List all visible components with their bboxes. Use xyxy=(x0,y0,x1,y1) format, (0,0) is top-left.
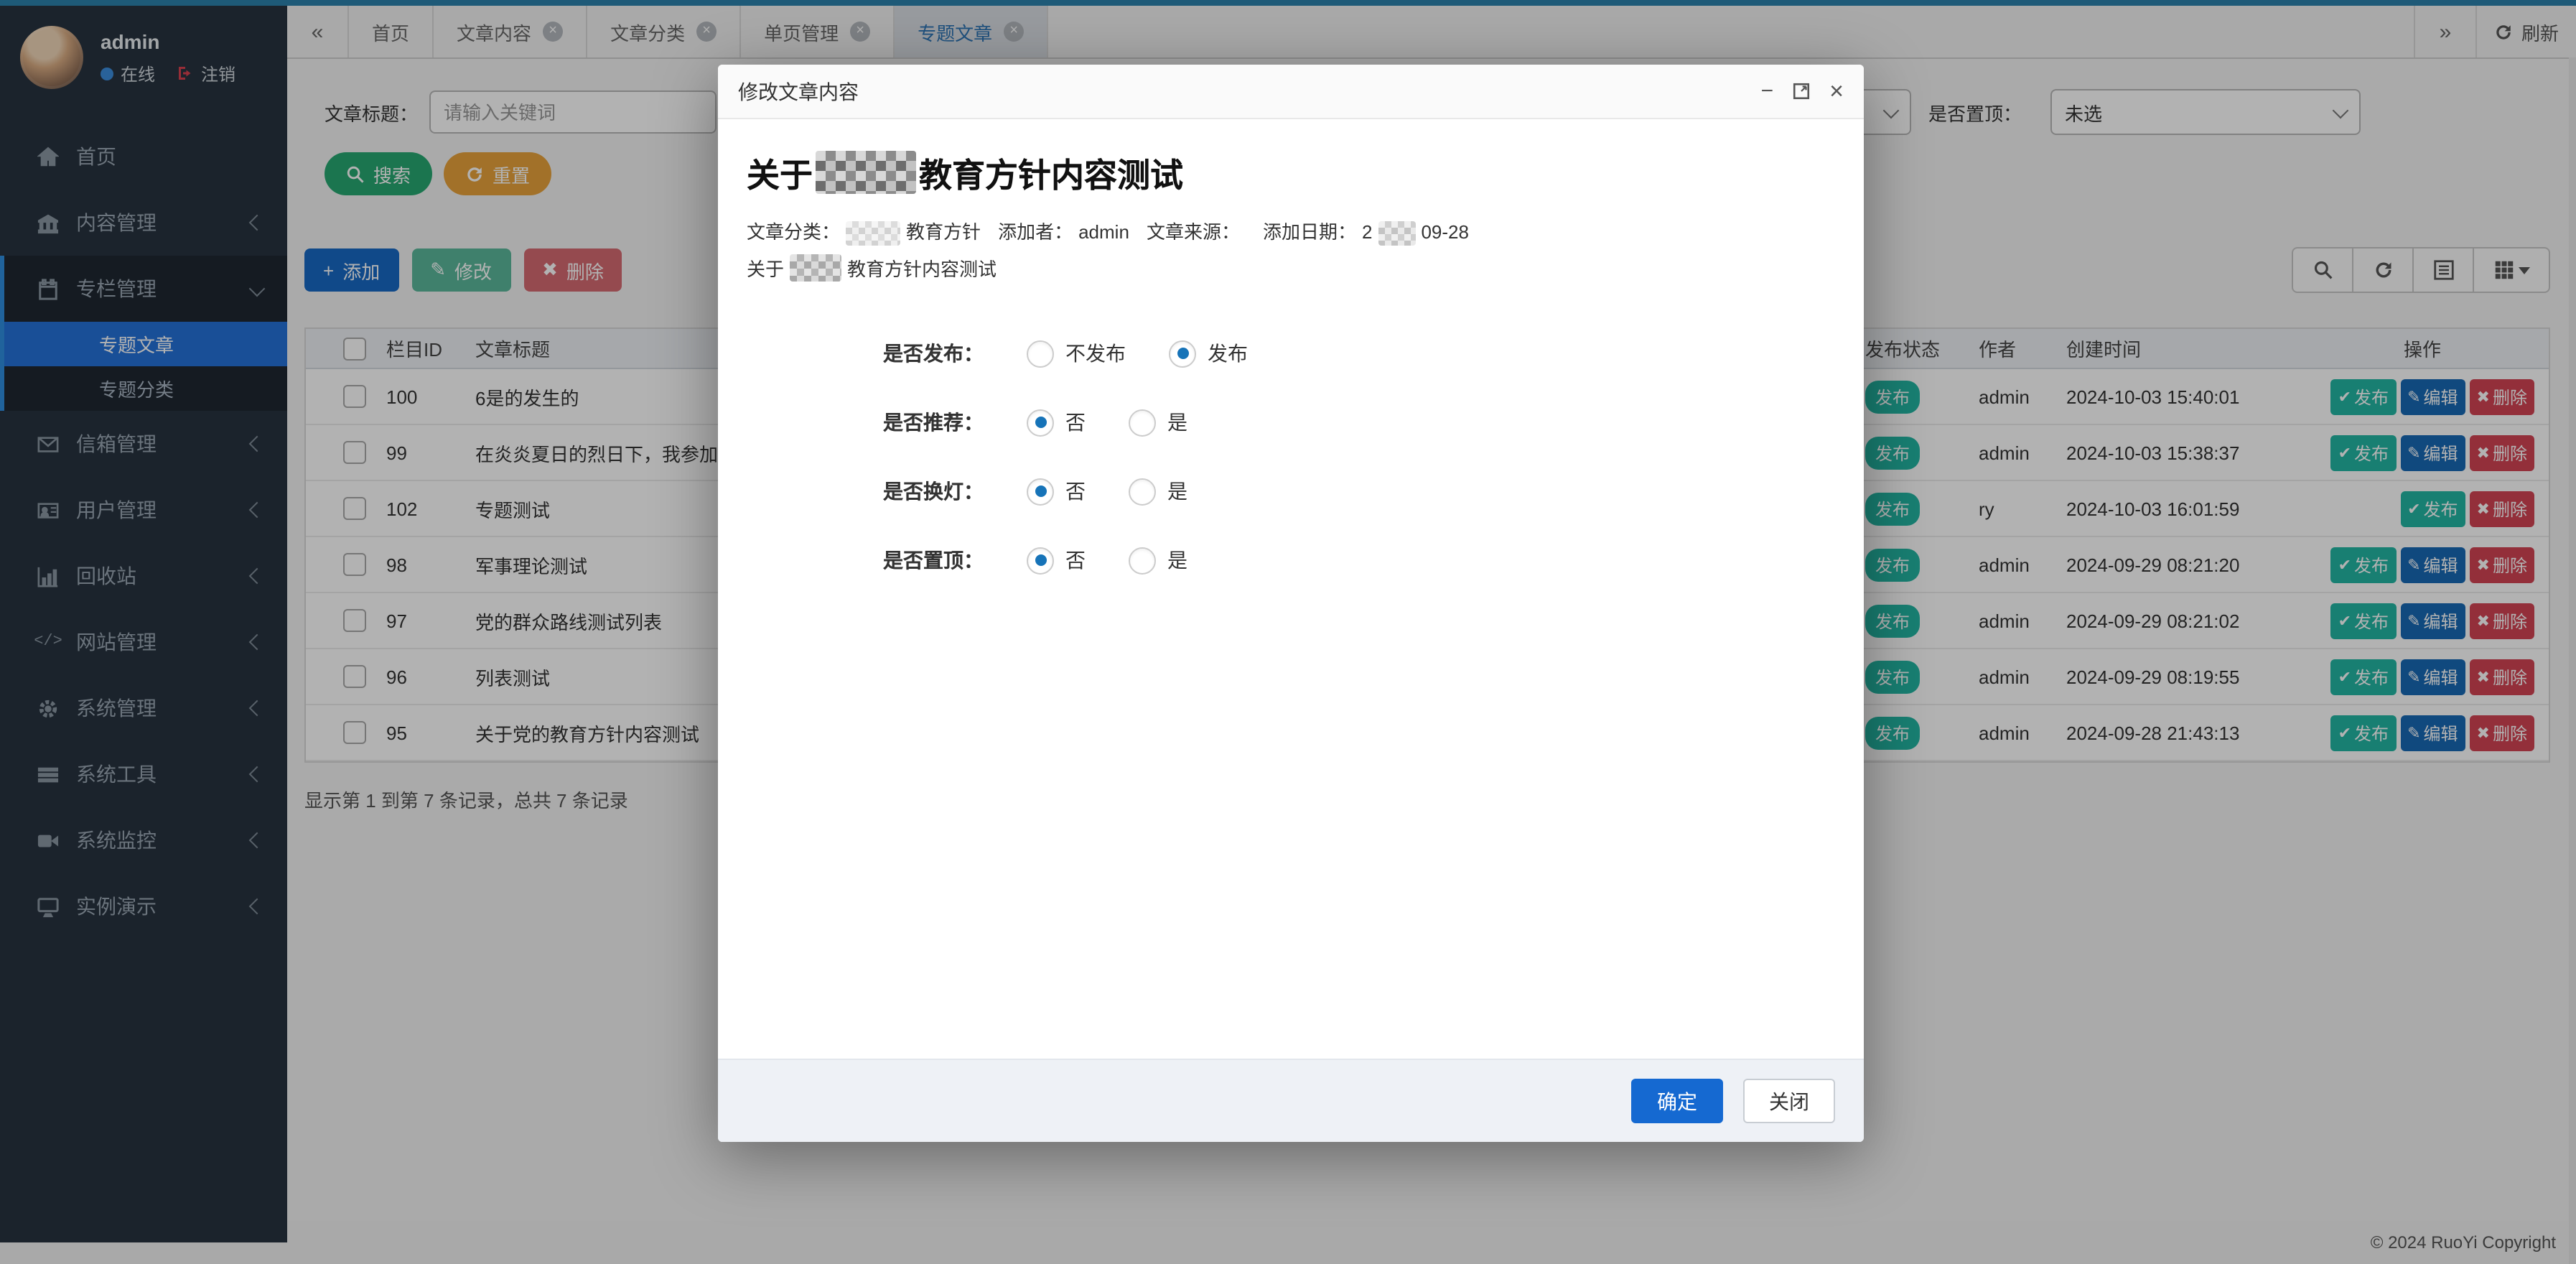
article-author: admin xyxy=(1078,217,1129,248)
article-body-line: 关于 教育方针内容测试 xyxy=(747,254,1835,282)
app-window: admin 在线 注销 首页 内容管理 xyxy=(0,0,2576,1264)
radio-option[interactable]: 发布 xyxy=(1169,339,1248,368)
censored-block xyxy=(846,220,900,245)
radio-option-label: 否 xyxy=(1065,477,1086,506)
modal-body: 关于 教育方针内容测试 文章分类： 教育方针 添加者： admin 文章来源： … xyxy=(718,119,1864,1059)
edit-article-modal: 修改文章内容 − × 关于 教育方针内容测试 文章分类： 教育方针 添加者： xyxy=(718,65,1864,1142)
radio-unselected-icon[interactable] xyxy=(1027,340,1054,367)
form-row-label: 是否发布： xyxy=(747,339,984,368)
radio-unselected-icon[interactable] xyxy=(1129,547,1156,574)
article-meta: 文章分类： 教育方针 添加者： admin 文章来源： 添加日期： 2 09-2… xyxy=(747,217,1835,248)
radio-option[interactable]: 不发布 xyxy=(1027,339,1126,368)
radio-option[interactable]: 否 xyxy=(1027,546,1086,575)
radio-option-label: 否 xyxy=(1065,408,1086,437)
article-date: 09-28 xyxy=(1421,217,1469,248)
radio-option-label: 是 xyxy=(1167,408,1187,437)
radio-option-label: 发布 xyxy=(1208,339,1248,368)
form-row: 是否发布： 不发布 发布 xyxy=(747,319,1835,388)
censored-block xyxy=(1378,220,1415,245)
form-row-label: 是否换灯： xyxy=(747,477,984,506)
confirm-button[interactable]: 确定 xyxy=(1631,1079,1723,1123)
close-modal-button[interactable]: 关闭 xyxy=(1743,1079,1835,1123)
radio-option-label: 不发布 xyxy=(1065,339,1126,368)
expand-icon xyxy=(1792,82,1811,101)
radio-option[interactable]: 是 xyxy=(1129,408,1187,437)
form-row-label: 是否推荐： xyxy=(747,408,984,437)
radio-option[interactable]: 是 xyxy=(1129,546,1187,575)
radio-unselected-icon[interactable] xyxy=(1129,409,1156,436)
minimize-button[interactable]: − xyxy=(1761,80,1774,102)
form-row-label: 是否置顶： xyxy=(747,546,984,575)
maximize-button[interactable] xyxy=(1792,82,1811,101)
close-button[interactable]: × xyxy=(1829,79,1844,103)
form-row: 是否推荐： 否 是 xyxy=(747,388,1835,457)
radio-selected-icon[interactable] xyxy=(1027,478,1054,505)
radio-option[interactable]: 否 xyxy=(1027,408,1086,437)
radio-option[interactable]: 否 xyxy=(1027,477,1086,506)
censored-block xyxy=(790,254,841,282)
radio-option-label: 是 xyxy=(1167,477,1187,506)
censored-block xyxy=(816,151,916,194)
modal-form: 是否发布： 不发布发布 是否推荐： 否是 是否换灯： 否是 是否置顶： 否是 xyxy=(747,319,1835,595)
modal-title: 修改文章内容 xyxy=(738,77,859,106)
radio-option[interactable]: 是 xyxy=(1129,477,1187,506)
radio-option-label: 否 xyxy=(1065,546,1086,575)
modal-header[interactable]: 修改文章内容 − × xyxy=(718,65,1864,119)
form-row: 是否置顶： 否 是 xyxy=(747,526,1835,595)
radio-option-label: 是 xyxy=(1167,546,1187,575)
radio-selected-icon[interactable] xyxy=(1027,547,1054,574)
modal-footer: 确定 关闭 xyxy=(718,1059,1864,1142)
form-row: 是否换灯： 否 是 xyxy=(747,457,1835,526)
radio-unselected-icon[interactable] xyxy=(1129,478,1156,505)
article-title: 关于 教育方针内容测试 xyxy=(747,148,1835,197)
radio-selected-icon[interactable] xyxy=(1027,409,1054,436)
radio-selected-icon[interactable] xyxy=(1169,340,1196,367)
